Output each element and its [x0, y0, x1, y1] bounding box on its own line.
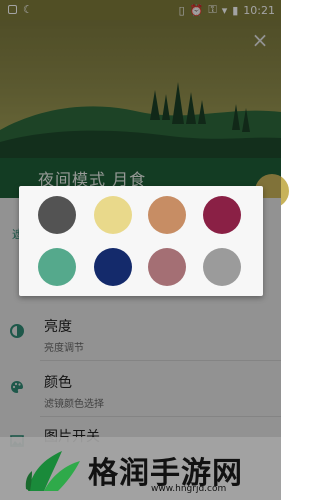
color-swatch-pale-yellow[interactable] — [94, 196, 132, 234]
watermark-logo-icon — [25, 451, 80, 491]
color-swatch-maroon[interactable] — [203, 196, 241, 234]
color-swatch-tan[interactable] — [148, 196, 186, 234]
color-swatch-light-gray[interactable] — [203, 248, 241, 286]
color-picker-dialog — [19, 186, 263, 296]
color-swatch-dark-gray[interactable] — [38, 196, 76, 234]
color-swatch-green[interactable] — [38, 248, 76, 286]
color-swatch-dusty-rose[interactable] — [148, 248, 186, 286]
color-swatch-navy[interactable] — [94, 248, 132, 286]
